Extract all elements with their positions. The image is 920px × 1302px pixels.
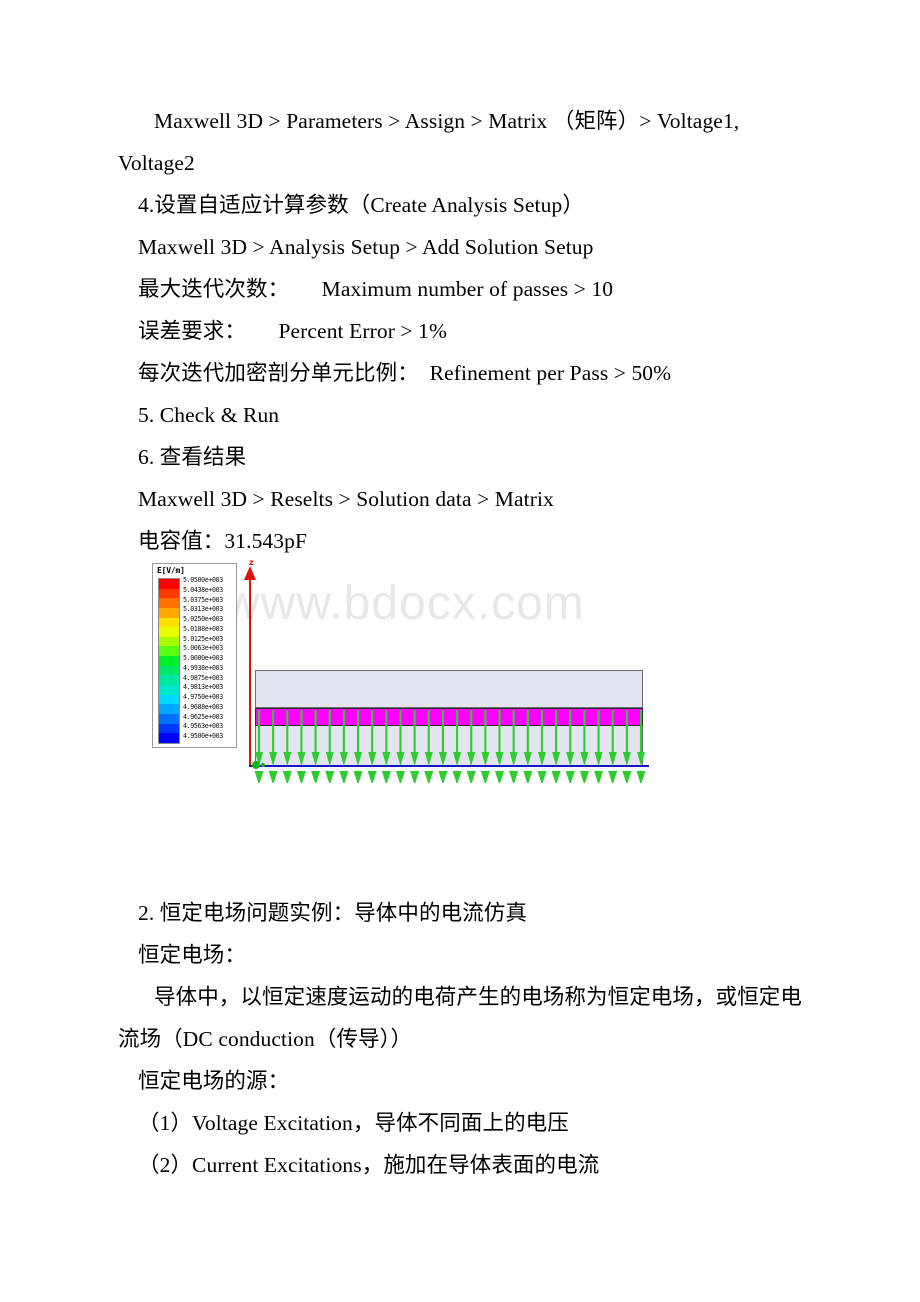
paragraph-step5-check-run: 5. Check & Run [138,403,280,427]
colorbar-swatch [159,579,179,589]
colorbar-legend: E[V/m] 5.0500e+003 5.0438e+003 5.0375e+003… [152,563,237,748]
origin-marker [252,761,260,769]
field-arrow [480,710,490,783]
field-arrow [551,710,561,783]
paragraph-results-path: Maxwell 3D > Reselts > Solution data > M… [138,487,554,511]
field-arrow [608,710,618,783]
colorbar-swatch [159,723,179,734]
paragraph-source-item-1: （1）Voltage Excitation，导体不同面上的电压 [138,1111,569,1135]
colorbar-swatch [159,598,179,608]
paragraph-step6-view-results: 6. 查看结果 [138,445,247,469]
paragraph-steady-field-label: 恒定电场： [138,943,247,967]
paragraph-analysis-setup-path: Maxwell 3D > Analysis Setup > Add Soluti… [138,235,594,259]
colorbar-tick-label: 5.0438e+003 [183,585,223,594]
field-arrow [495,710,505,783]
colorbar-swatch [159,646,179,657]
field-arrow [594,710,604,783]
colorbar-swatch [159,607,179,618]
field-arrow [622,710,632,783]
field-arrow [523,710,533,783]
colorbar-tick-label: 4.9750e+003 [183,693,223,701]
field-arrow [325,710,335,783]
paragraph-percent-error: 误差要求： Percent Error > 1% [138,319,447,343]
field-arrow [636,710,646,783]
field-arrow [395,710,405,783]
paragraph-refinement-per-pass: 每次迭代加密剖分单元比例： Refinement per Pass > 50% [138,361,672,385]
colorbar-tick-label: 5.0188e+003 [183,624,223,633]
colorbar-gradient [158,578,180,744]
colorbar-swatch [159,617,179,628]
colorbar-tick-label: 5.0375e+003 [183,595,223,604]
paragraph-section2-heading: 2. 恒定电场问题实例：导体中的电流仿真 [138,901,528,925]
colorbar-title: E[V/m] [157,566,185,575]
colorbar-swatch [159,675,179,686]
colorbar-tick-labels: 5.0500e+003 5.0438e+003 5.0375e+003 5.0313e… [183,576,237,742]
colorbar-tick-label: 5.0063e+003 [183,644,223,653]
paragraph-max-passes: 最大迭代次数： Maximum number of passes > 10 [138,277,614,301]
field-arrow [410,710,420,783]
document-page: Maxwell 3D > Parameters > Assign > Matri… [0,0,920,1302]
field-arrow [353,710,363,783]
colorbar-tick-label: 4.9500e+003 [183,732,223,740]
field-arrow [565,710,575,783]
field-arrow [254,710,264,783]
colorbar-tick-label: 4.9625e+003 [183,712,223,721]
colorbar-swatch [159,713,179,724]
colorbar-tick-label: 4.9563e+003 [183,722,223,731]
colorbar-swatch [159,588,179,599]
field-arrow [268,710,278,783]
field-arrow [296,710,306,783]
colorbar-swatch [159,704,179,714]
geometry-view: z [243,558,680,783]
field-arrow [466,710,476,783]
paragraph-capacitance-value: 电容值：31.543pF [138,529,308,553]
colorbar-tick-label: 4.9813e+003 [183,683,223,692]
field-arrow [452,710,462,783]
efield-simulation-figure: www.bdocx.com E[V/m] 5.0500e+003 5.0438e+… [150,558,680,783]
colorbar-tick-label: 4.9938e+003 [183,663,223,672]
origin-marker-secondary [261,763,265,767]
colorbar-swatch [159,665,179,676]
colorbar-tick-label: 5.0125e+003 [183,634,223,643]
colorbar-tick-label: 4.9875e+003 [183,673,223,682]
paragraph-source-item-2: （2）Current Excitations，施加在导体表面的电流 [138,1153,600,1177]
field-arrow [579,710,589,783]
field-arrow-layer [254,710,646,783]
field-arrow [282,710,292,783]
paragraph-source-label: 恒定电场的源： [138,1069,290,1093]
field-arrow [381,710,391,783]
colorbar-swatch [159,656,179,666]
colorbar-tick-label: 5.0500e+003 [183,576,223,584]
figure-spacer-bottom [118,844,818,892]
colorbar-swatch [159,733,179,743]
field-arrow [339,710,349,783]
colorbar-swatch [159,685,179,695]
colorbar-tick-label: 5.0000e+003 [183,654,223,662]
paragraph-steady-field-definition: 导体中，以恒定速度运动的电荷产生的电场称为恒定电场，或恒定电流场（DC cond… [118,985,803,1051]
colorbar-tick-label: 4.9688e+003 [183,702,223,711]
field-arrow [537,710,547,783]
colorbar-tick-label: 5.0313e+003 [183,605,223,614]
colorbar-swatch [159,636,179,647]
colorbar-swatch [159,627,179,637]
paragraph-matrix-path: Maxwell 3D > Parameters > Assign > Matri… [118,109,745,175]
colorbar-swatch [159,694,179,705]
field-arrow [438,710,448,783]
field-arrow [311,710,321,783]
colorbar-tick-label: 5.0250e+003 [183,615,223,623]
field-arrow [424,710,434,783]
field-arrow [367,710,377,783]
paragraph-step4-heading: 4.设置自适应计算参数（Create Analysis Setup） [138,193,584,217]
field-arrow [509,710,519,783]
